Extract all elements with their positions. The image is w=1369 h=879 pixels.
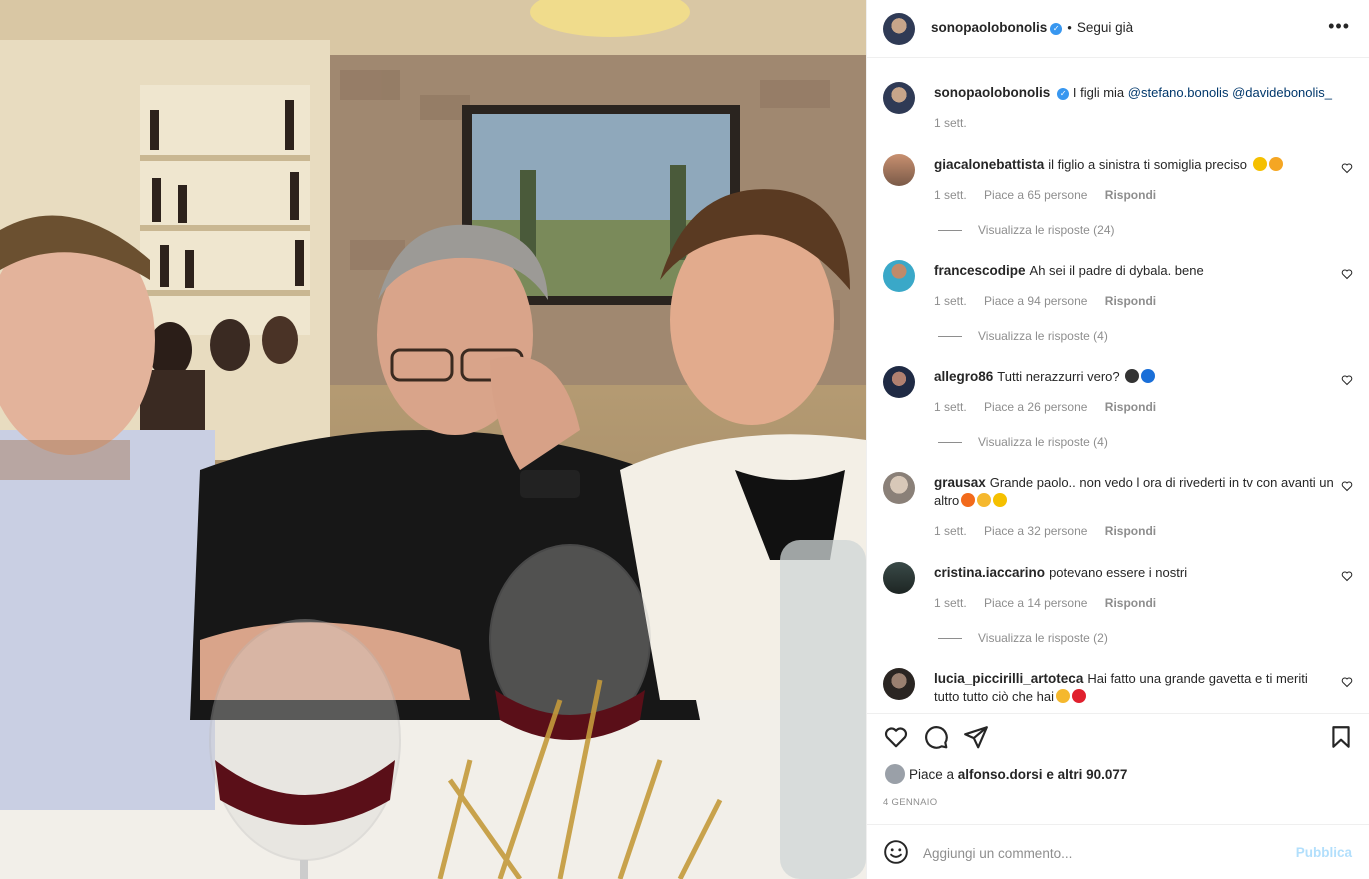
post-date[interactable]: 4 GENNAIO [883,797,937,808]
comment-likes[interactable]: Piace a 32 persone [984,524,1087,538]
reply-button[interactable]: Rispondi [1105,596,1156,610]
comment-age: 1 sett. [934,188,967,202]
clap-emoji-icon [1055,689,1070,703]
view-replies-label: Visualizza le risposte (4) [978,329,1108,343]
reply-button[interactable]: Rispondi [1105,294,1156,308]
comment-username[interactable]: lucia_piccirilli_artoteca [934,671,1083,686]
comment-text: Tutti nerazzurri vero? [997,369,1120,384]
caption-text: I figli mia [1072,85,1125,100]
replies-line [938,442,962,444]
comment-text: potevano essere i nostri [1049,565,1188,580]
comment-likes[interactable]: Piace a 26 persone [984,400,1087,414]
comment-like-heart-icon[interactable] [1341,570,1353,582]
comment-username[interactable]: allegro86 [934,369,993,384]
author-username[interactable]: sonopaolobonolis [931,20,1047,35]
photo-illustration [0,0,866,879]
clap-emoji-icon [977,493,992,507]
reply-button[interactable]: Rispondi [1105,400,1156,414]
comment-composer: Pubblica [867,824,1369,879]
commenter-avatar[interactable] [883,154,915,186]
blue-circle-emoji-icon [1141,369,1156,383]
view-replies-button[interactable]: Visualizza le risposte (24) [938,223,1115,237]
comment-age: 1 sett. [934,294,967,308]
caption-avatar[interactable] [883,82,915,114]
comment-username[interactable]: giacalonebattista [934,157,1044,172]
commenter-avatar[interactable] [883,366,915,398]
caption-username[interactable]: sonopaolobonolis [934,85,1050,100]
comment-age: 1 sett. [934,400,967,414]
post-side-panel: sonopaolobonolis ✓ • Segui già ••• sonopaol… [866,0,1369,879]
commenter-avatar[interactable] [883,562,915,594]
paper-plane-icon[interactable] [963,724,989,750]
verified-badge-icon: ✓ [1050,23,1063,35]
mention-link[interactable]: @stefano.bonolis [1128,85,1229,100]
verified-badge-icon: ✓ [1057,88,1070,100]
red-heart-emoji-icon [1071,689,1086,703]
comment-username[interactable]: francescodipe [934,263,1026,278]
comment-text: il figlio a sinistra ti somiglia preciso [1048,157,1247,172]
likes-prefix: Piace a [909,767,955,782]
fire-emoji-icon [961,493,976,507]
comment-text: Ah sei il padre di dybala. bene [1029,263,1204,278]
caption-age: 1 sett. [934,116,967,130]
comment-username[interactable]: cristina.iaccarino [934,565,1045,580]
liker-avatar [885,764,905,784]
commenter-avatar[interactable] [883,668,915,700]
follow-status-button[interactable]: Segui già [1077,20,1133,35]
star-struck-emoji-icon [993,493,1008,507]
heart-icon[interactable] [883,724,909,750]
mention-link[interactable]: @davidebonolis_ [1232,85,1332,100]
comment-like-heart-icon[interactable] [1341,162,1353,174]
bookmark-icon[interactable] [1328,724,1354,750]
comment-age: 1 sett. [934,596,967,610]
reply-button[interactable]: Rispondi [1105,188,1156,202]
black-circle-emoji-icon [1125,369,1140,383]
likes-summary[interactable]: Piace a alfonso.dorsi e altri 90.077 [885,764,1127,784]
replies-line [938,336,962,338]
comments-list[interactable]: sonopaolobonolis ✓ I figli mia @stefano.b… [867,58,1369,713]
comment-input[interactable] [923,842,1283,864]
comment-age: 1 sett. [934,524,967,538]
likes-count[interactable]: e altri 90.077 [1046,767,1127,782]
post-photo[interactable] [0,0,866,879]
separator-dot: • [1067,20,1072,35]
commenter-avatar[interactable] [883,260,915,292]
comment-username[interactable]: grausax [934,475,986,490]
star-struck-emoji-icon [1252,157,1267,171]
comment-likes[interactable]: Piace a 94 persone [984,294,1087,308]
smiley-icon[interactable] [883,839,909,865]
view-replies-label: Visualizza le risposte (4) [978,435,1108,449]
comment-likes[interactable]: Piace a 14 persone [984,596,1087,610]
post-header: sonopaolobonolis ✓ • Segui già ••• [867,0,1369,58]
view-replies-label: Visualizza le risposte (2) [978,631,1108,645]
replies-line [938,638,962,640]
view-replies-button[interactable]: Visualizza le risposte (2) [938,631,1108,645]
liker-username[interactable]: alfonso.dorsi [958,767,1043,782]
comment-like-heart-icon[interactable] [1341,268,1353,280]
comment-likes[interactable]: Piace a 65 persone [984,188,1087,202]
replies-line [938,230,962,232]
view-replies-label: Visualizza le risposte (24) [978,223,1115,237]
author-avatar[interactable] [883,13,915,45]
comment-bubble-icon[interactable] [923,724,949,750]
view-replies-button[interactable]: Visualizza le risposte (4) [938,329,1108,343]
more-options-icon[interactable]: ••• [1328,16,1350,37]
comment-like-heart-icon[interactable] [1341,676,1353,688]
reply-button[interactable]: Rispondi [1105,524,1156,538]
hands-face-emoji-icon [1268,157,1283,171]
publish-button[interactable]: Pubblica [1296,845,1352,860]
view-replies-button[interactable]: Visualizza le risposte (4) [938,435,1108,449]
comment-like-heart-icon[interactable] [1341,374,1353,386]
comment-like-heart-icon[interactable] [1341,480,1353,492]
post-actions-bar [867,713,1369,758]
commenter-avatar[interactable] [883,472,915,504]
